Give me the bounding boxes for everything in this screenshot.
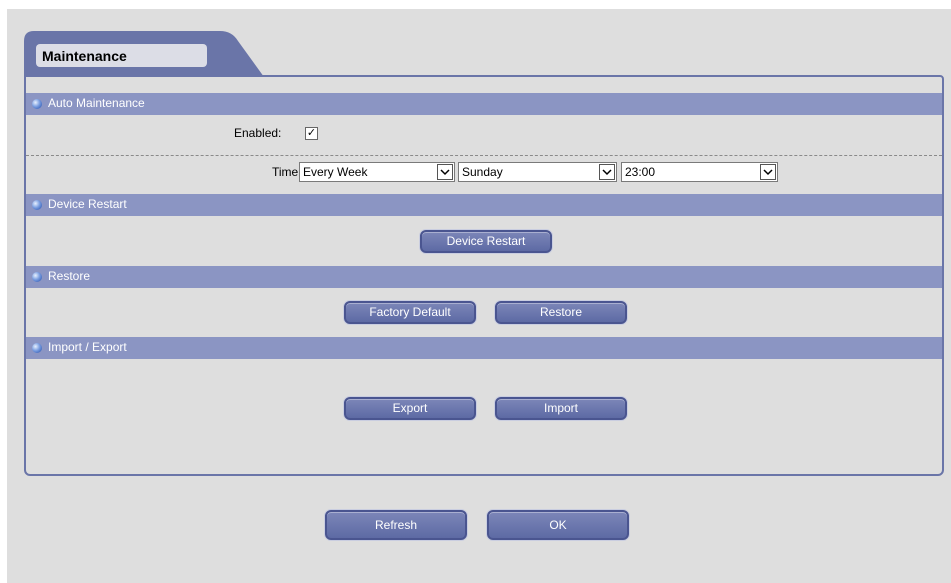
- enabled-row: Enabled: ✓: [26, 115, 942, 155]
- bullet-icon: [32, 200, 42, 210]
- chevron-down-icon: [760, 164, 776, 180]
- refresh-button[interactable]: Refresh: [325, 510, 467, 540]
- tab-maintenance[interactable]: Maintenance: [36, 44, 207, 67]
- frequency-select[interactable]: Every Week: [299, 162, 455, 182]
- time-row: Time: Every Week Sunday 23:00: [26, 161, 942, 187]
- device-restart-header: Device Restart: [26, 194, 942, 216]
- bullet-icon: [32, 272, 42, 282]
- import-export-header: Import / Export: [26, 337, 942, 359]
- chevron-down-icon: [599, 164, 615, 180]
- restore-title: Restore: [48, 269, 91, 283]
- auto-maintenance-header: Auto Maintenance: [26, 93, 942, 115]
- hour-select[interactable]: 23:00: [621, 162, 778, 182]
- enabled-checkbox[interactable]: ✓: [305, 127, 318, 140]
- chevron-down-icon: [437, 164, 453, 180]
- auto-maintenance-title: Auto Maintenance: [48, 96, 145, 110]
- device-restart-title: Device Restart: [48, 197, 127, 211]
- maintenance-panel: Auto Maintenance Enabled: ✓ Time: Every …: [24, 75, 944, 476]
- import-export-title: Import / Export: [48, 340, 127, 354]
- device-restart-button[interactable]: Device Restart: [420, 230, 552, 253]
- frequency-value: Every Week: [303, 165, 368, 179]
- day-select[interactable]: Sunday: [458, 162, 617, 182]
- restore-header: Restore: [26, 266, 942, 288]
- ok-button[interactable]: OK: [487, 510, 629, 540]
- enabled-label: Enabled:: [234, 126, 282, 140]
- export-button[interactable]: Export: [344, 397, 476, 420]
- bullet-icon: [32, 343, 42, 353]
- import-button[interactable]: Import: [495, 397, 627, 420]
- restore-button[interactable]: Restore: [495, 301, 627, 324]
- day-value: Sunday: [462, 165, 503, 179]
- hour-value: 23:00: [625, 165, 656, 179]
- factory-default-button[interactable]: Factory Default: [344, 301, 476, 324]
- divider: [26, 155, 942, 156]
- time-label: Time:: [272, 165, 302, 179]
- bullet-icon: [32, 99, 42, 109]
